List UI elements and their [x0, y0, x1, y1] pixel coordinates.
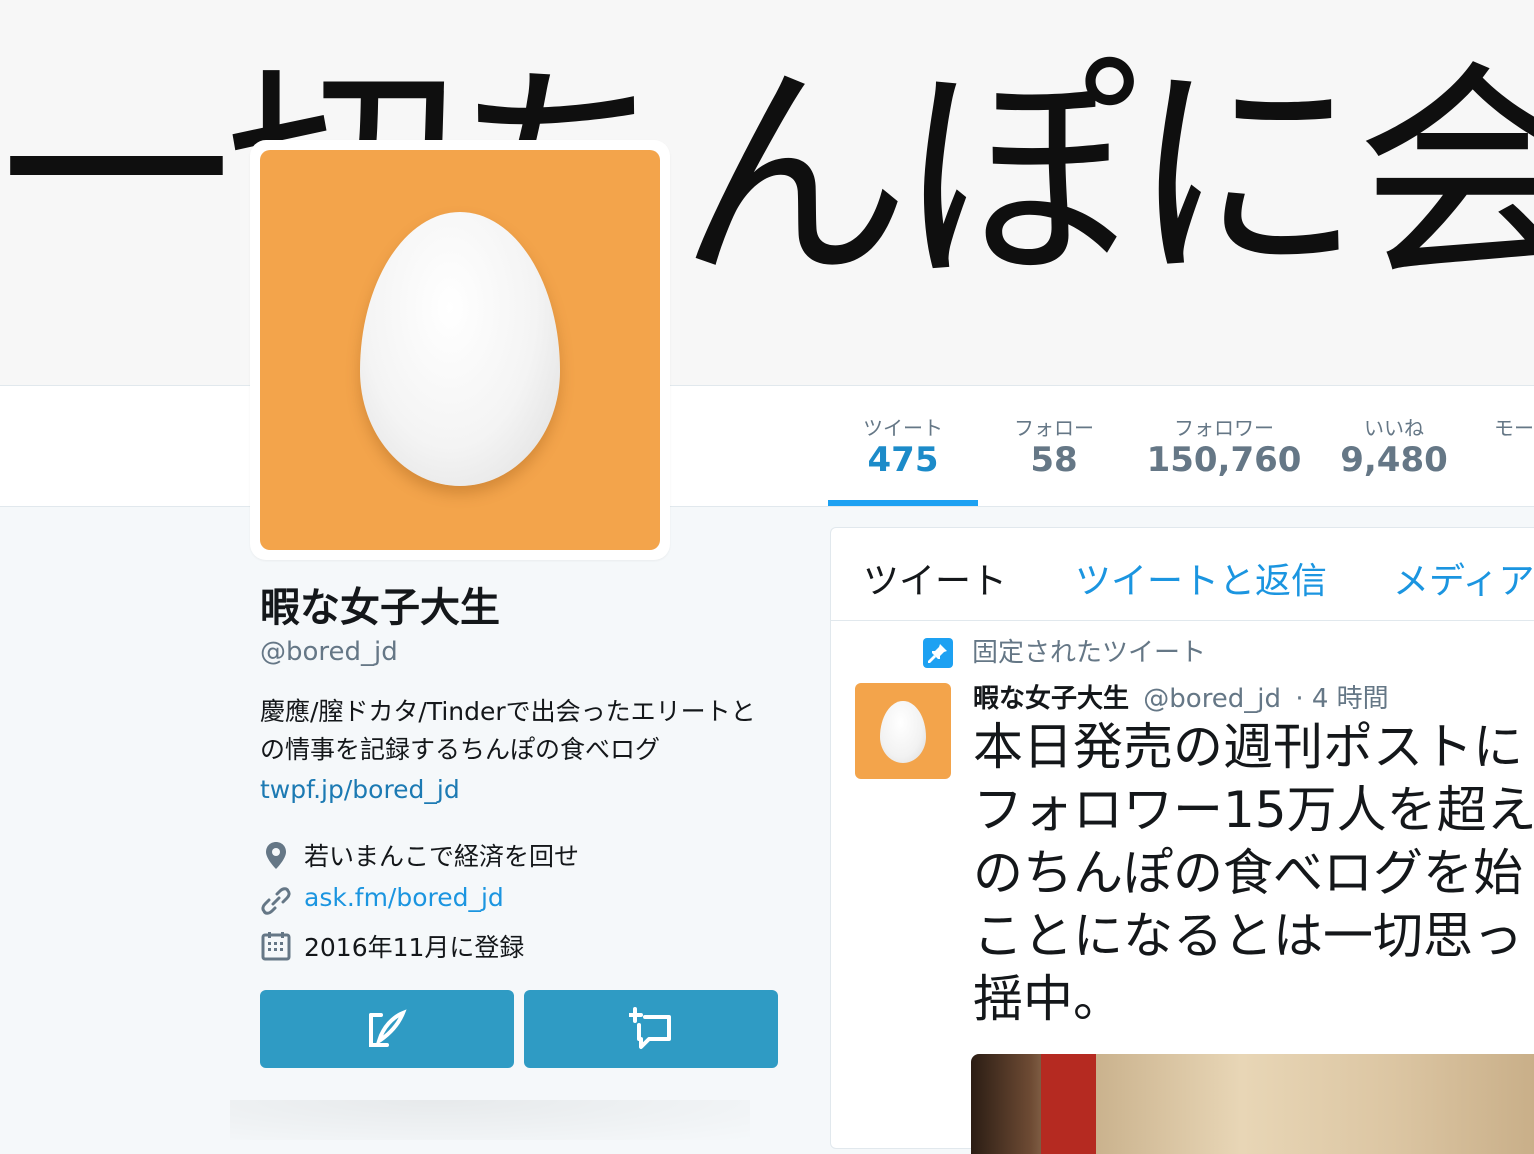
tweet-author-name[interactable]: 暇な女子大生	[973, 684, 1129, 714]
profile-handle[interactable]: @bored_jd	[260, 637, 398, 667]
stat-likes[interactable]: いいね 9,480	[1330, 386, 1458, 506]
profile-avatar[interactable]	[250, 140, 670, 560]
tweet-timestamp[interactable]: · 4 時間	[1295, 684, 1388, 714]
magazine-spine	[1041, 1054, 1096, 1154]
direct-message-icon	[629, 1007, 671, 1049]
banner-text: 一切ちんぽに会い	[0, 41, 1534, 311]
stat-following[interactable]: フォロー 58	[990, 386, 1118, 506]
compose-icon	[369, 1009, 407, 1047]
calendar-icon	[261, 932, 291, 961]
profile-name[interactable]: 暇な女子大生	[260, 575, 500, 633]
timeline-card: ツイート ツイートと返信 メディア 固定されたツイート 暇な女子大生 @bore…	[830, 527, 1534, 1154]
profile-bio: 慶應/膣ドカタ/Tinderで出会ったエリートとの情事を記録するちんぽの食べログ	[260, 697, 756, 764]
tab-tweets-replies[interactable]: ツイートと返信	[1075, 552, 1327, 604]
pinned-tweet-label: 固定されたツイート	[972, 638, 1207, 668]
timeline-tabs: ツイート ツイートと返信 メディア	[831, 528, 1534, 621]
default-egg-icon	[880, 701, 926, 763]
tweet-header: 暇な女子大生 @bored_jd · 4 時間	[973, 678, 1389, 715]
profile-header-banner: 一切ちんぽに会い	[0, 0, 1534, 385]
stat-value: 58	[1030, 440, 1078, 480]
stat-label: いいね	[1364, 416, 1424, 440]
avatar	[260, 150, 660, 550]
tweet-to-button[interactable]	[260, 990, 514, 1068]
pin-icon	[923, 638, 953, 668]
stat-value: 150,760	[1146, 440, 1302, 480]
tweet-media-image[interactable]	[971, 1054, 1534, 1154]
tab-tweets[interactable]: ツイート	[863, 552, 1007, 604]
link-icon	[261, 887, 291, 915]
stat-label: ツイート	[863, 416, 943, 440]
tab-media[interactable]: メディア	[1393, 552, 1534, 604]
stat-followers[interactable]: フォロワー 150,760	[1140, 386, 1308, 506]
stat-more[interactable]: モー	[1494, 386, 1534, 506]
stat-tweets[interactable]: ツイート 475	[828, 386, 978, 506]
stat-value: 9,480	[1340, 440, 1448, 480]
tweet-author-handle[interactable]: @bored_jd	[1143, 684, 1281, 714]
stat-value: 475	[867, 440, 939, 480]
profile-nav: ツイート 475 フォロー 58 フォロワー 150,760 いいね 9,480…	[0, 385, 1534, 507]
map-pin-icon	[266, 842, 286, 869]
tweet-text: 本日発売の週刊ポストに フォロワー15万人を超え のちんぽの食べログを始 ことに…	[973, 718, 1534, 1028]
location-text: 若いまんこで経済を回せ	[304, 842, 580, 871]
website-link[interactable]: ask.fm/bored_jd	[304, 883, 504, 912]
active-tab-indicator	[828, 500, 978, 506]
tweet-avatar[interactable]	[855, 683, 951, 779]
joined-text: 2016年11月に登録	[304, 933, 525, 962]
stat-label: モー	[1494, 416, 1534, 440]
direct-message-button[interactable]	[524, 990, 778, 1068]
stat-label: フォロワー	[1174, 416, 1274, 440]
stat-label: フォロー	[1014, 416, 1094, 440]
default-egg-icon	[360, 212, 560, 486]
bio-link[interactable]: twpf.jp/bored_jd	[260, 775, 460, 804]
card-shadow	[230, 1100, 750, 1140]
